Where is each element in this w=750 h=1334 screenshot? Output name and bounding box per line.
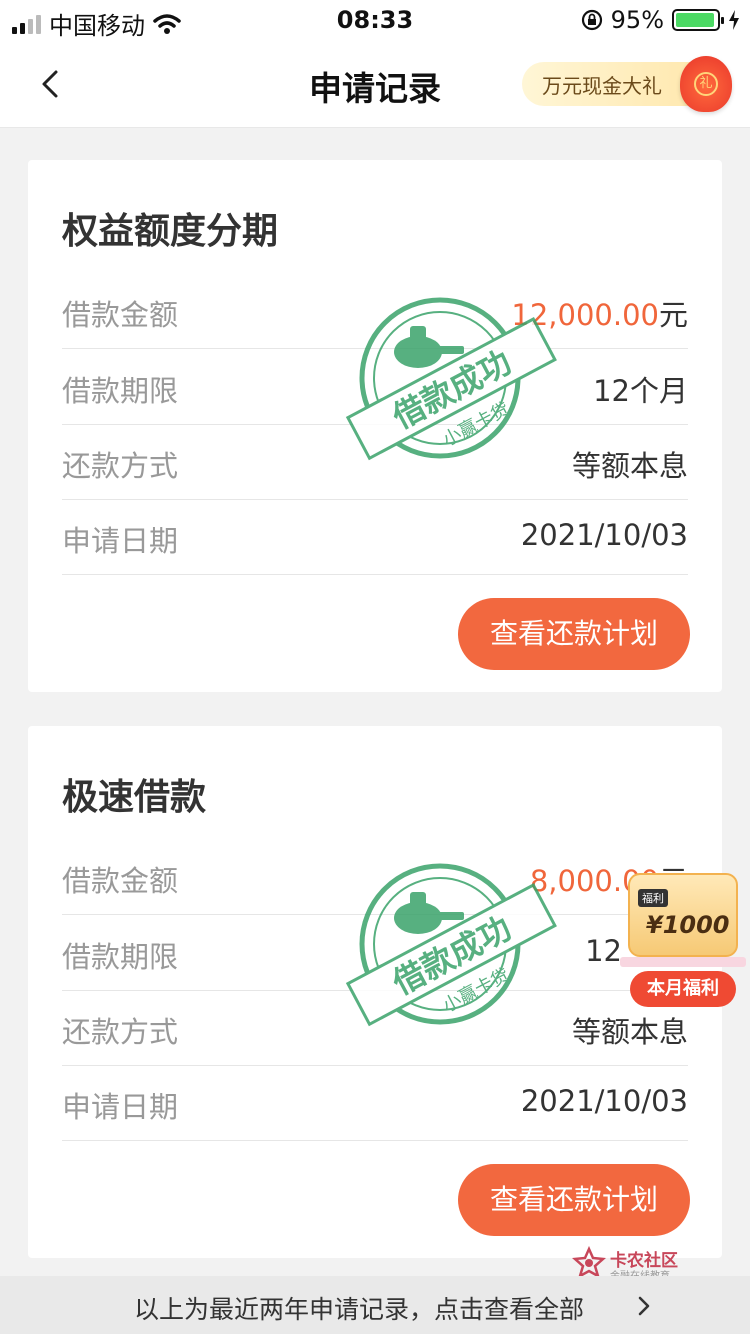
loan-record-card: 极速借款 借款金额 8,000.00元 借款期限 12 还款方式 等额本息 申请… xyxy=(28,726,722,1258)
row-value: 2021/10/03 xyxy=(520,518,688,552)
promo-banner[interactable]: 万元现金大礼 礼 xyxy=(522,56,732,112)
status-bar: 中国移动 08:33 95% xyxy=(0,0,750,40)
row-label: 借款期限 xyxy=(62,374,179,408)
row-apply-date: 申请日期 2021/10/03 xyxy=(62,1066,688,1141)
benefit-amount: ¥1000 xyxy=(646,911,730,939)
row-value: 12 xyxy=(585,934,622,968)
rotation-lock-icon xyxy=(581,9,602,31)
loan-success-stamp: 借款成功 小赢卡贷 xyxy=(345,297,557,461)
benefit-base xyxy=(620,957,746,967)
battery-percent: 95% xyxy=(610,6,664,34)
row-value: 等额本息 xyxy=(571,449,688,483)
footer-text: 以上为最近两年申请记录，点击查看全部 xyxy=(133,1295,584,1324)
view-all-records-bar[interactable]: 以上为最近两年申请记录，点击查看全部 xyxy=(0,1276,750,1334)
status-right: 95% xyxy=(581,6,740,34)
row-label: 借款金额 xyxy=(62,864,179,898)
battery-icon xyxy=(672,9,724,31)
watermark-logo-icon xyxy=(572,1246,606,1279)
chevron-right-icon xyxy=(638,1296,650,1316)
card-title: 极速借款 xyxy=(62,777,207,818)
loan-record-card: 权益额度分期 借款金额 12,000.00元 借款期限 12个月 还款方式 等额… xyxy=(28,160,722,692)
row-label: 借款金额 xyxy=(62,298,179,332)
amount-unit: 元 xyxy=(658,298,688,332)
loan-success-stamp: 借款成功 小赢卡贷 xyxy=(345,863,557,1027)
nav-bar: 申请记录 万元现金大礼 礼 xyxy=(0,40,750,128)
benefit-label: 本月福利 xyxy=(630,971,736,1007)
row-value: 等额本息 xyxy=(571,1015,688,1049)
monthly-benefit-badge[interactable]: 福利 ¥1000 本月福利 xyxy=(620,873,746,1013)
row-label: 申请日期 xyxy=(62,1090,179,1124)
row-label: 借款期限 xyxy=(62,940,179,974)
view-repayment-plan-button[interactable]: 查看还款计划 xyxy=(458,1164,690,1236)
row-value: 2021/10/03 xyxy=(520,1084,688,1118)
card-title: 权益额度分期 xyxy=(62,211,279,252)
benefit-tag: 福利 xyxy=(638,889,668,907)
row-apply-date: 申请日期 2021/10/03 xyxy=(62,500,688,575)
row-value: 12个月 xyxy=(593,374,688,408)
row-label: 还款方式 xyxy=(62,449,179,483)
row-label: 还款方式 xyxy=(62,1015,179,1049)
charging-icon xyxy=(729,10,739,30)
row-label: 申请日期 xyxy=(62,524,179,558)
gift-bag-icon: 礼 xyxy=(680,56,732,112)
view-repayment-plan-button[interactable]: 查看还款计划 xyxy=(458,598,690,670)
gift-badge: 礼 xyxy=(694,72,718,96)
promo-label: 万元现金大礼 xyxy=(542,74,662,98)
benefit-coupon: 福利 ¥1000 xyxy=(628,873,738,957)
